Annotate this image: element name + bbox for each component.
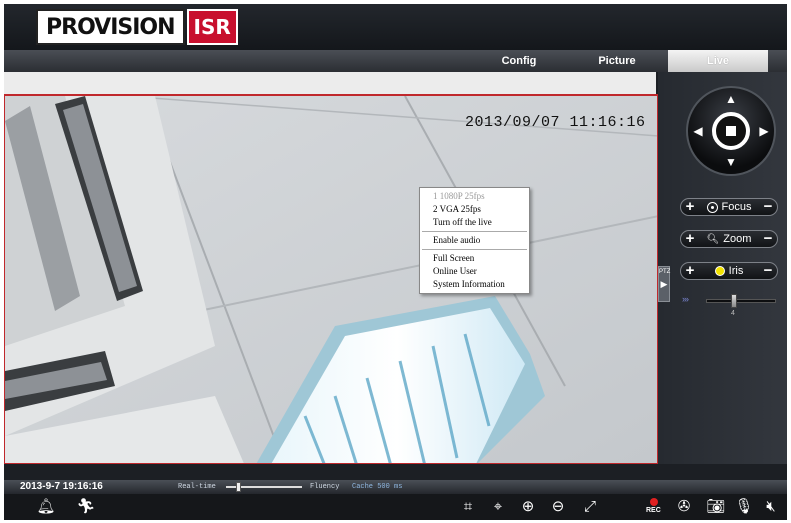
fit-icon[interactable]: ⌗ [458, 498, 478, 516]
speaker-mute-icon[interactable]: 🔇︎ [760, 498, 782, 516]
ptz-speed-slider: ››› 4 [682, 294, 778, 318]
bottom-toolbar: 🔔︎ 🏃︎ ⌗ ⌖ ⊕ ⊖ ⤢ REC ✇ 📷︎ 🎙︎ 🔇︎ [4, 494, 787, 520]
main-tab-bar: Config Picture Live [4, 50, 787, 72]
menu-item-stream-vga[interactable]: 2 VGA 25fps [420, 203, 529, 216]
ptz-right-button[interactable]: ▶ [756, 123, 772, 139]
app-window: PROVISION ISR Config Picture Live 2013/0… [4, 4, 787, 520]
menu-separator [422, 231, 527, 232]
realtime-label: Real-time [178, 483, 216, 491]
focus-label: Focus [721, 201, 752, 213]
iris-plus-button[interactable]: + [681, 263, 699, 279]
video-top-strip [4, 72, 656, 94]
zoom-icon: 🔍︎ [706, 233, 720, 245]
menu-item-stream-1080p[interactable]: 1 1080P 25fps [420, 190, 529, 203]
menu-item-turn-off-live[interactable]: Turn off the live [420, 216, 529, 229]
iris-icon [714, 266, 725, 276]
tab-config[interactable]: Config [474, 50, 564, 72]
zoom-label: Zoom [723, 233, 752, 245]
menu-item-enable-audio[interactable]: Enable audio [420, 234, 529, 247]
ptz-center-icon[interactable]: ⌖ [488, 498, 508, 516]
focus-plus-button[interactable]: + [681, 199, 699, 215]
microphone-icon[interactable]: 🎙︎ [734, 498, 754, 516]
iris-minus-button[interactable]: − [759, 263, 777, 279]
ptz-down-button[interactable]: ▼ [723, 154, 739, 170]
ptz-toggle-label: PTZ [659, 269, 671, 275]
header-bar: PROVISION ISR [4, 4, 787, 50]
logo-text: PROVISION [36, 9, 185, 45]
status-datetime: 2013-9-7 19:16:16 [20, 481, 103, 492]
live-video-view[interactable]: 2013/09/07 11:16:16 1 1080P 25fps 2 VGA … [4, 94, 658, 464]
stop-icon [726, 126, 736, 136]
video-timestamp: 2013/09/07 11:16:16 [465, 114, 646, 131]
zoom-plus-button[interactable]: + [681, 231, 699, 247]
ptz-up-button[interactable]: ▲ [723, 91, 739, 107]
speed-chevrons-icon: ››› [682, 294, 689, 304]
zoom-in-icon[interactable]: ⊕ [518, 498, 538, 516]
film-reel-icon[interactable]: ✇ [674, 498, 694, 516]
focus-minus-button[interactable]: − [759, 199, 777, 215]
menu-item-online-user[interactable]: Online User [420, 265, 529, 278]
zoom-out-icon[interactable]: ⊖ [548, 498, 568, 516]
alarm-icon[interactable]: 🔔︎ [34, 498, 58, 516]
speed-track[interactable] [706, 299, 776, 303]
status-bar: 2013-9-7 19:16:16 Real-time Fluency Cach… [4, 480, 787, 494]
focus-control: + Focus − [680, 198, 778, 216]
fullscreen-icon[interactable]: ⤢ [580, 498, 600, 516]
menu-separator [422, 249, 527, 250]
tab-picture[interactable]: Picture [570, 50, 664, 72]
camera-image [5, 96, 657, 463]
iris-control: + Iris − [680, 262, 778, 280]
motion-icon[interactable]: 🏃︎ [76, 498, 96, 516]
ptz-panel: PTZ ▶ ▲ ▼ ◀ ▶ + Focus − + 🔍︎ Zoom − + Ir… [658, 72, 787, 464]
record-icon [650, 498, 658, 506]
rec-label: REC [646, 507, 661, 514]
logo-badge: ISR [186, 9, 238, 45]
fluency-label: Fluency [310, 483, 340, 491]
ptz-panel-toggle[interactable]: PTZ ▶ [658, 266, 670, 302]
record-button[interactable]: REC [646, 498, 662, 518]
speed-value: 4 [731, 310, 735, 317]
video-context-menu: 1 1080P 25fps 2 VGA 25fps Turn off the l… [419, 187, 530, 294]
camera-icon[interactable]: 📷︎ [706, 498, 726, 516]
tab-live[interactable]: Live [668, 50, 768, 72]
ptz-stop-button[interactable] [712, 112, 750, 150]
iris-label: Iris [728, 265, 744, 277]
chevron-right-icon: ▶ [660, 279, 668, 289]
zoom-control: + 🔍︎ Zoom − [680, 230, 778, 248]
focus-icon [706, 201, 718, 213]
latency-slider-knob[interactable] [236, 482, 241, 492]
brand-logo: PROVISION ISR [36, 9, 238, 45]
menu-item-full-screen[interactable]: Full Screen [420, 252, 529, 265]
speed-knob[interactable] [731, 294, 737, 308]
ptz-direction-pad: ▲ ▼ ◀ ▶ [686, 86, 776, 176]
zoom-minus-button[interactable]: − [759, 231, 777, 247]
ptz-left-button[interactable]: ◀ [690, 123, 706, 139]
menu-item-system-information[interactable]: System Information [420, 278, 529, 291]
cache-label: Cache 500 ms [352, 483, 403, 491]
